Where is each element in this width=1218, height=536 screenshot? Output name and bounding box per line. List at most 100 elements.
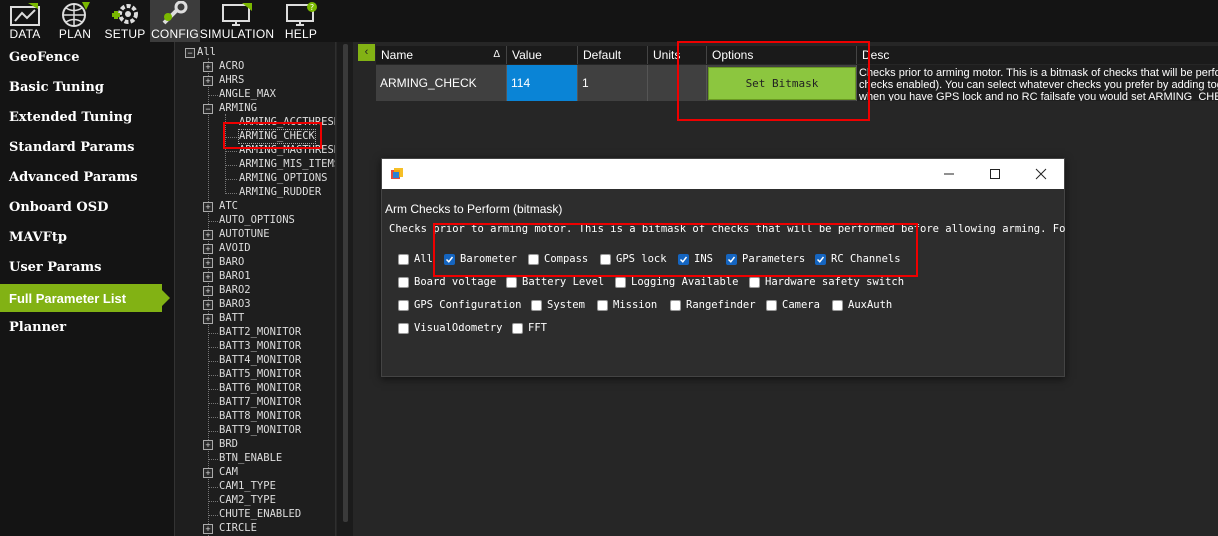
collapse-icon[interactable]: − (203, 104, 213, 114)
tree-node[interactable]: BATT9_MONITOR (219, 424, 301, 437)
tree-node[interactable]: ANGLE_MAX (219, 88, 276, 101)
checkbox-mission[interactable]: Mission (597, 299, 657, 311)
tree-node[interactable]: AUTO_OPTIONS (219, 214, 295, 227)
expand-icon[interactable]: + (203, 524, 213, 534)
data-button[interactable]: DATA (0, 0, 50, 42)
expand-icon[interactable]: + (203, 440, 213, 450)
tree-node[interactable]: BRD (219, 438, 238, 451)
sidebar-item-geofence[interactable]: GeoFence (9, 50, 79, 65)
checkbox-box[interactable] (766, 299, 777, 311)
checkbox-gps-configuration[interactable]: GPS Configuration (398, 299, 521, 311)
cell-param-value[interactable]: 114 (507, 65, 578, 101)
tree-node[interactable]: ARMING_OPTIONS (239, 172, 328, 185)
tree-node[interactable]: ACRO (219, 60, 244, 73)
checkbox-box[interactable] (506, 276, 517, 288)
checkbox-visualodometry[interactable]: VisualOdometry (398, 322, 503, 334)
tree-node-root[interactable]: All (197, 46, 216, 59)
checkbox-box[interactable] (398, 322, 409, 334)
dialog-titlebar[interactable] (382, 159, 1064, 189)
checkbox-box[interactable] (512, 322, 523, 334)
checkbox-camera[interactable]: Camera (766, 299, 820, 311)
sidebar-item-mavftp[interactable]: MAVFtp (9, 230, 67, 245)
tree-node[interactable]: BATT6_MONITOR (219, 382, 301, 395)
tree-node[interactable]: BATT8_MONITOR (219, 410, 301, 423)
sidebar-item-planner[interactable]: Planner (9, 320, 66, 335)
tree-node[interactable]: CAM2_TYPE (219, 494, 276, 507)
checkbox-box[interactable] (398, 276, 409, 288)
tree-node[interactable]: BATT (219, 312, 244, 325)
minimize-button[interactable] (926, 159, 972, 189)
column-header-value[interactable]: Value (507, 46, 578, 64)
tree-node[interactable]: AVOID (219, 242, 251, 255)
expand-icon[interactable]: + (203, 230, 213, 240)
column-header-name[interactable]: Name Δ (376, 46, 507, 64)
tree-node[interactable]: BATT3_MONITOR (219, 340, 301, 353)
expand-icon[interactable]: + (203, 468, 213, 478)
checkbox-rangefinder[interactable]: Rangefinder (670, 299, 756, 311)
checkbox-box[interactable] (832, 299, 843, 311)
checkbox-battery-level[interactable]: Battery Level (506, 276, 604, 288)
checkbox-box[interactable] (531, 299, 542, 311)
expand-icon[interactable]: + (203, 202, 213, 212)
tree-node[interactable]: BARO2 (219, 284, 251, 297)
expand-icon[interactable]: + (203, 258, 213, 268)
tree-node[interactable]: ARMING_RUDDER (239, 186, 321, 199)
simulation-button[interactable]: SIMULATION (200, 0, 274, 42)
sidebar-item-full-parameter-list[interactable]: Full Parameter List (0, 284, 170, 312)
sidebar-item-standard-params[interactable]: Standard Params (9, 140, 134, 155)
checkbox-fft[interactable]: FFT (512, 322, 547, 334)
close-button[interactable] (1018, 159, 1064, 189)
scrollbar-thumb[interactable] (343, 44, 348, 522)
setup-button[interactable]: SETUP (100, 0, 150, 42)
checkbox-box[interactable] (597, 299, 608, 311)
tree-node[interactable]: BATT7_MONITOR (219, 396, 301, 409)
expand-icon[interactable]: + (203, 244, 213, 254)
config-button[interactable]: CONFIG (150, 0, 200, 42)
checkbox-box[interactable] (398, 299, 409, 311)
tree-node[interactable]: CHUTE_ENABLED (219, 508, 301, 521)
tree-node[interactable]: BTN_ENABLE (219, 452, 282, 465)
sidebar-item-basic-tuning[interactable]: Basic Tuning (9, 80, 104, 95)
collapse-tree-button[interactable]: ‹ (358, 44, 375, 61)
expand-icon[interactable]: + (203, 314, 213, 324)
expand-icon[interactable]: + (203, 76, 213, 86)
expand-icon[interactable]: + (203, 300, 213, 310)
checkbox-box[interactable] (615, 276, 626, 288)
checkbox-hardware-safety-switch[interactable]: Hardware safety switch (749, 276, 904, 288)
tree-node[interactable]: CAM1_TYPE (219, 480, 276, 493)
sidebar-item-extended-tuning[interactable]: Extended Tuning (9, 110, 132, 125)
checkbox-auxauth[interactable]: AuxAuth (832, 299, 892, 311)
expand-icon[interactable]: + (203, 286, 213, 296)
column-header-desc[interactable]: Desc (857, 46, 1218, 64)
checkbox-logging-available[interactable]: Logging Available (615, 276, 738, 288)
column-header-default[interactable]: Default (578, 46, 648, 64)
tree-node[interactable]: CIRCLE (219, 522, 257, 535)
tree-node[interactable]: BATT4_MONITOR (219, 354, 301, 367)
checkbox-all[interactable]: All (398, 253, 433, 265)
plan-button[interactable]: PLAN (50, 0, 100, 42)
collapse-icon[interactable]: − (185, 48, 195, 58)
help-button[interactable]: ? HELP (276, 0, 326, 42)
tree-node[interactable]: BARO3 (219, 298, 251, 311)
maximize-button[interactable] (972, 159, 1018, 189)
checkbox-board-voltage[interactable]: Board voltage (398, 276, 496, 288)
tree-node[interactable]: ATC (219, 200, 238, 213)
sidebar-item-advanced-params[interactable]: Advanced Params (9, 170, 138, 185)
tree-node[interactable]: CAM (219, 466, 238, 479)
tree-node[interactable]: AUTOTUNE (219, 228, 270, 241)
tree-node[interactable]: AHRS (219, 74, 244, 87)
sidebar-item-onboard-osd[interactable]: Onboard OSD (9, 200, 108, 215)
tree-node[interactable]: BARO1 (219, 270, 251, 283)
checkbox-box[interactable] (670, 299, 681, 311)
sidebar-item-user-params[interactable]: User Params (9, 260, 102, 275)
checkbox-box[interactable] (398, 253, 409, 265)
expand-icon[interactable]: + (203, 62, 213, 72)
checkbox-box[interactable] (749, 276, 760, 288)
checkbox-system[interactable]: System (531, 299, 585, 311)
tree-node[interactable]: BATT2_MONITOR (219, 326, 301, 339)
tree-node[interactable]: BARO (219, 256, 244, 269)
tree-node[interactable]: BATT5_MONITOR (219, 368, 301, 381)
tree-node[interactable]: ARMING_MIS_ITEMS (239, 158, 335, 171)
parameter-tree[interactable]: All − + ACRO + AHRS ANGLE_MAX − ARMING ARMING_ACC… (174, 42, 336, 536)
expand-icon[interactable]: + (203, 272, 213, 282)
